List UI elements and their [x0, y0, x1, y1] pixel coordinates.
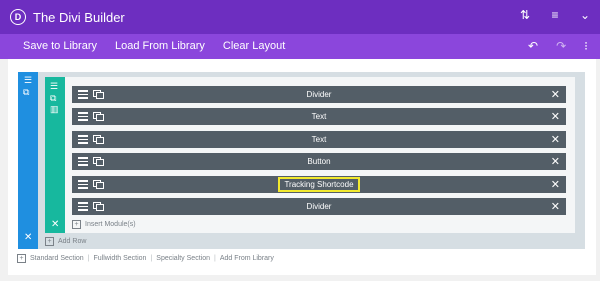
undo-icon[interactable]: ↶: [528, 39, 538, 53]
module-tracking-shortcode[interactable]: Tracking Shortcode ✕: [72, 176, 566, 193]
module-label: Divider: [306, 90, 332, 99]
row-duplicate-icon[interactable]: ⧉: [50, 93, 56, 104]
module-label: Button: [307, 157, 331, 166]
close-icon[interactable]: ✕: [551, 155, 560, 168]
builder-title: The Divi Builder: [33, 10, 125, 25]
module-label: Text: [311, 112, 327, 121]
section-duplicate-icon[interactable]: ⧉: [23, 87, 29, 98]
builder-actions: Save to Library Load From Library Clear …: [0, 34, 600, 59]
module-label: Text: [311, 135, 327, 144]
close-icon[interactable]: ✕: [551, 178, 560, 191]
section-handle[interactable]: ☰ ⧉ ✕: [18, 72, 38, 249]
plus-icon: +: [17, 254, 26, 263]
row-handle[interactable]: ☰ ⧉ ▥ ✕: [45, 77, 65, 233]
divi-builder-window: D The Divi Builder ⇅ ≡ ⌄ Save to Library…: [0, 0, 600, 281]
row-close-icon[interactable]: ✕: [51, 219, 59, 230]
add-from-library-link[interactable]: Add From Library: [220, 255, 274, 262]
specialty-section-link[interactable]: Specialty Section: [156, 255, 210, 262]
header-icons: ⇅ ≡ ⌄: [518, 8, 592, 22]
load-from-library-button[interactable]: Load From Library: [115, 40, 205, 52]
section-settings-icon[interactable]: ☰: [24, 75, 32, 86]
module-divider[interactable]: Divider ✕: [72, 198, 566, 215]
module-divider[interactable]: Divider ✕: [72, 86, 566, 103]
plus-icon: +: [72, 220, 81, 229]
add-row-label: Add Row: [58, 238, 87, 245]
chevron-down-icon[interactable]: ⌄: [578, 8, 592, 22]
add-row-button[interactable]: + Add Row: [45, 237, 86, 246]
insert-module-button[interactable]: + Insert Module(s): [72, 220, 136, 229]
save-to-library-button[interactable]: Save to Library: [23, 40, 97, 52]
row-handle-icon[interactable]: ☰: [50, 81, 58, 92]
section-options: + Standard Section | Fullwidth Section |…: [17, 254, 274, 263]
standard-section-link[interactable]: Standard Section: [30, 255, 84, 262]
redo-icon[interactable]: ↷: [556, 39, 566, 53]
module-label: Divider: [306, 202, 332, 211]
section-close-icon[interactable]: ✕: [24, 232, 32, 243]
close-icon[interactable]: ✕: [551, 133, 560, 146]
plus-icon: +: [45, 237, 54, 246]
divi-logo: D: [10, 9, 26, 25]
close-icon[interactable]: ✕: [551, 110, 560, 123]
module-button[interactable]: Button ✕: [72, 153, 566, 170]
close-icon[interactable]: ✕: [551, 200, 560, 213]
menu-icon[interactable]: ≡: [548, 8, 562, 22]
module-text[interactable]: Text ✕: [72, 108, 566, 125]
sort-icon[interactable]: ⇅: [518, 8, 532, 22]
clear-layout-button[interactable]: Clear Layout: [223, 40, 285, 52]
module-text[interactable]: Text ✕: [72, 131, 566, 148]
highlighted-module-label: Tracking Shortcode: [278, 177, 360, 192]
history-icon[interactable]: ⁝: [584, 39, 588, 53]
fullwidth-section-link[interactable]: Fullwidth Section: [94, 255, 147, 262]
row-columns-icon[interactable]: ▥: [50, 104, 59, 115]
builder-header: D The Divi Builder ⇅ ≡ ⌄: [0, 0, 600, 34]
close-icon[interactable]: ✕: [551, 88, 560, 101]
insert-module-label: Insert Module(s): [85, 221, 136, 228]
